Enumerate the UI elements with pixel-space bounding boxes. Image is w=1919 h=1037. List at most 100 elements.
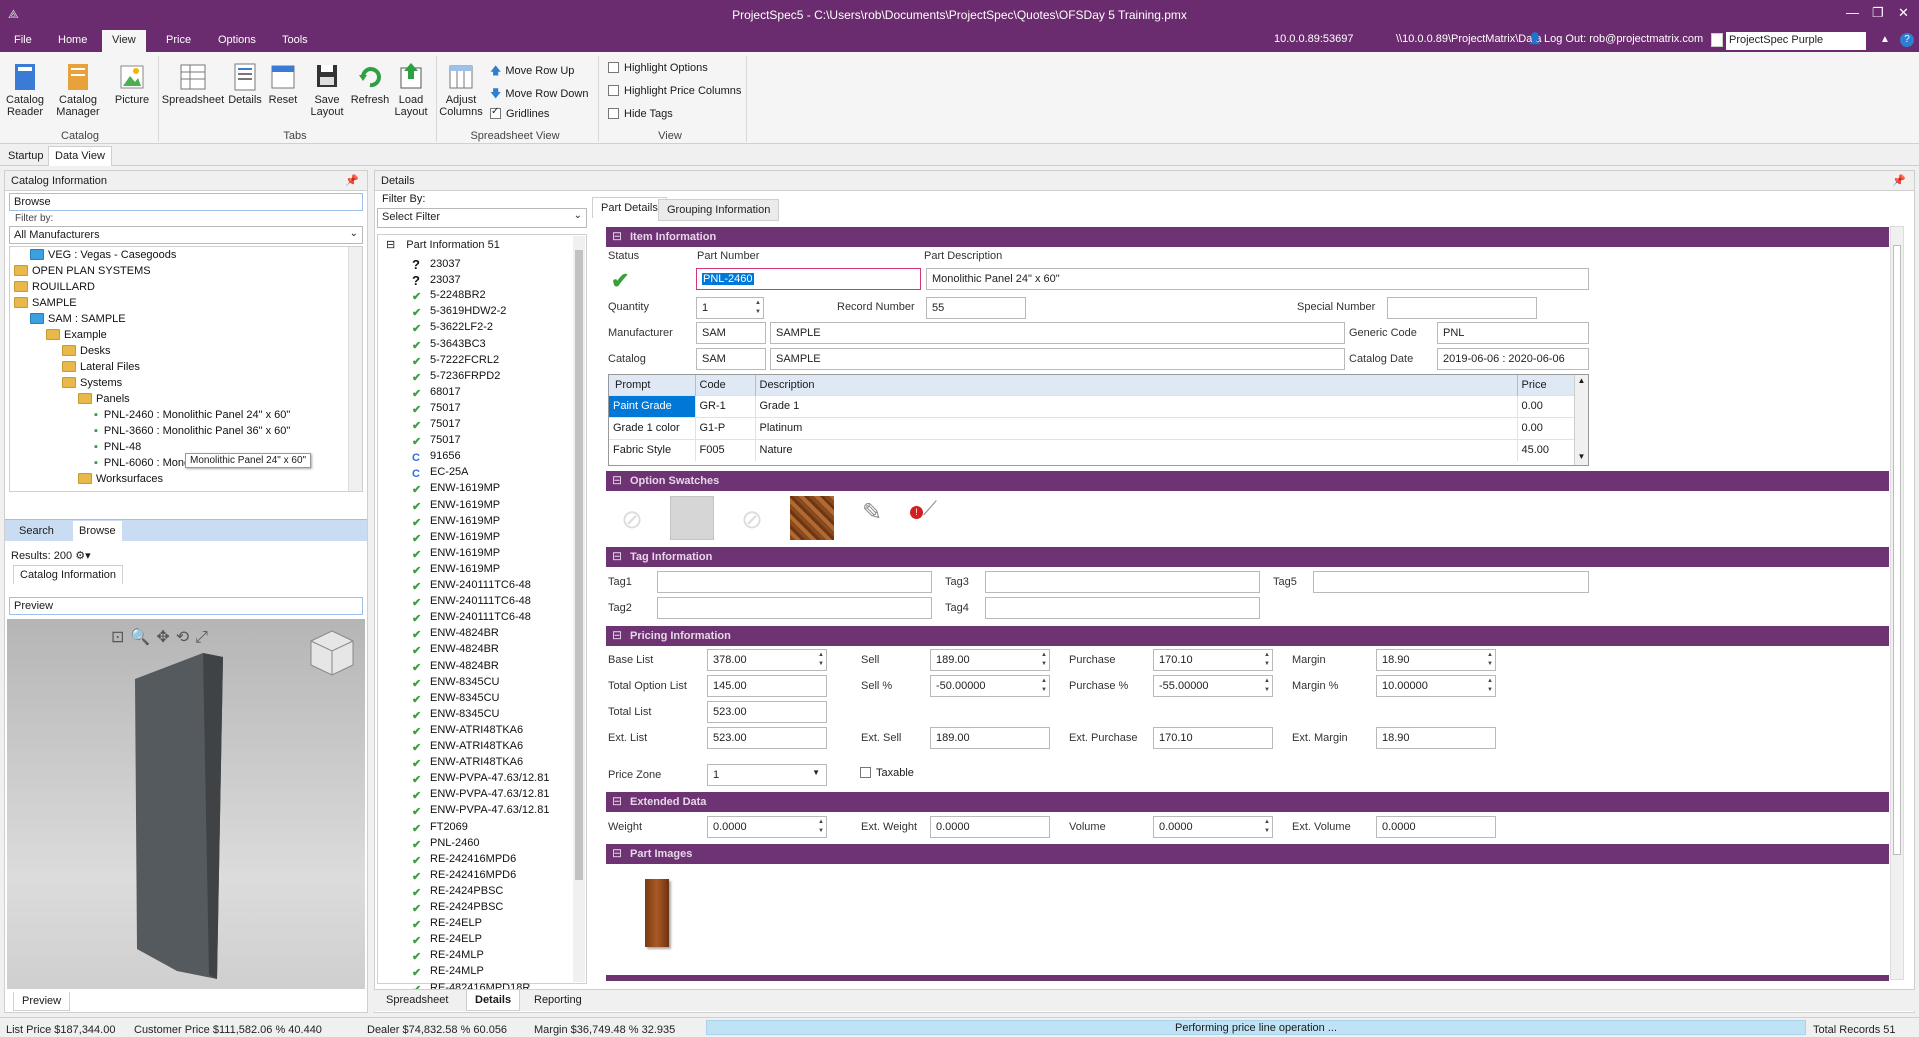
- picture-button[interactable]: Picture: [112, 62, 152, 106]
- collapse-ribbon-icon[interactable]: ▲: [1880, 34, 1890, 45]
- swatch-none-1[interactable]: ⊘: [610, 498, 654, 540]
- list-item[interactable]: ✔ 75017: [412, 402, 461, 416]
- section-part-images[interactable]: Part Images: [606, 844, 1889, 864]
- spreadsheet-button[interactable]: Spreadsheet: [160, 62, 226, 106]
- spinner-icon[interactable]: ▲ ▼: [1264, 651, 1270, 669]
- swatch-wood[interactable]: [790, 496, 834, 540]
- list-item[interactable]: ✔ ENW-1619MP: [412, 531, 500, 545]
- tree-node[interactable]: VEG : Vegas - Casegoods: [30, 249, 176, 265]
- section-tag-information[interactable]: Tag Information: [606, 547, 1889, 567]
- rotate-icon[interactable]: ⟲: [176, 629, 195, 646]
- tab-search[interactable]: Search: [19, 525, 54, 537]
- options-scrollbar[interactable]: ▲ ▼: [1574, 375, 1588, 465]
- list-item[interactable]: ✔ RE-24ELP: [412, 917, 482, 931]
- list-item[interactable]: ✔ RE-24MLP: [412, 949, 484, 963]
- list-item[interactable]: ✔ RE-2424PBSC: [412, 885, 503, 899]
- ext-volume-field[interactable]: 0.0000: [1376, 816, 1496, 838]
- list-item[interactable]: ✔ ENW-1619MP: [412, 482, 500, 496]
- menu-file[interactable]: File: [14, 34, 32, 46]
- part-description-field[interactable]: Monolithic Panel 24" x 60": [926, 268, 1589, 290]
- spinner-icon[interactable]: ▲ ▼: [755, 299, 761, 317]
- tree-node[interactable]: SAM : SAMPLE: [30, 313, 126, 329]
- spinner-icon[interactable]: ▲ ▼: [1041, 677, 1047, 695]
- catalog-name-field[interactable]: SAMPLE: [770, 348, 1345, 370]
- quantity-stepper[interactable]: 1 ▲ ▼: [696, 297, 764, 319]
- tab-browse[interactable]: Browse: [73, 521, 122, 541]
- catalog-reader-button[interactable]: Catalog Reader: [4, 62, 46, 118]
- list-item[interactable]: ✔ ENW-ATRI48TKA6: [412, 740, 523, 754]
- list-item[interactable]: ✔ RE-242416MPD6: [412, 853, 516, 867]
- catalog-manager-button[interactable]: Catalog Manager: [54, 62, 102, 118]
- margin-pct-stepper[interactable]: 10.00000 ▲ ▼: [1376, 675, 1496, 697]
- catalog-code-field[interactable]: SAM: [696, 348, 766, 370]
- catalog-date-field[interactable]: 2019-06-06 : 2020-06-06: [1437, 348, 1589, 370]
- tree-node[interactable]: Example: [46, 329, 107, 345]
- total-option-list-field[interactable]: 145.00: [707, 675, 827, 697]
- tree-node[interactable]: ROUILLARD: [14, 281, 95, 297]
- menu-price[interactable]: Price: [166, 34, 191, 46]
- swatch-platinum[interactable]: [670, 496, 714, 540]
- close-icon[interactable]: ✕: [1898, 5, 1909, 21]
- options-table[interactable]: Prompt Code Description Price Paint Grad…: [608, 374, 1589, 466]
- purchase-pct-stepper[interactable]: -55.00000 ▲ ▼: [1153, 675, 1273, 697]
- spinner-icon[interactable]: ▲ ▼: [1264, 677, 1270, 695]
- table-row[interactable]: Paint Grade GR-1 Grade 1 0.00: [609, 394, 1575, 417]
- refresh-button[interactable]: Refresh: [350, 62, 390, 106]
- column-prompt[interactable]: Prompt: [609, 375, 696, 395]
- list-item[interactable]: ✔ ENW-8345CU: [412, 676, 500, 690]
- list-item[interactable]: ✔ 5-7222FCRL2: [412, 354, 499, 368]
- pin-icon[interactable]: 📌: [345, 174, 359, 187]
- special-number-field[interactable]: [1387, 297, 1537, 319]
- margin-stepper[interactable]: 18.90 ▲ ▼: [1376, 649, 1496, 671]
- list-item[interactable]: ✔ ENW-240111TC6-48: [412, 611, 531, 625]
- tree-node[interactable]: SAMPLE: [14, 297, 77, 313]
- list-item[interactable]: ✔ 5-7236FRPD2: [412, 370, 500, 384]
- manufacturer-code-field[interactable]: SAM: [696, 322, 766, 344]
- filter-select[interactable]: Select Filter ⌄: [377, 208, 587, 228]
- list-item[interactable]: ✔ RE-24ELP: [412, 933, 482, 947]
- list-item[interactable]: ✔ ENW-1619MP: [412, 499, 500, 513]
- record-number-field[interactable]: 55: [926, 297, 1026, 319]
- sell-stepper[interactable]: 189.00 ▲ ▼: [930, 649, 1050, 671]
- column-price[interactable]: Price: [1517, 375, 1575, 395]
- part-number-field[interactable]: PNL-2460: [696, 268, 921, 290]
- list-item[interactable]: ✔ ENW-ATRI48TKA6: [412, 756, 523, 770]
- purchase-stepper[interactable]: 170.10 ▲ ▼: [1153, 649, 1273, 671]
- spinner-icon[interactable]: ▲ ▼: [818, 818, 824, 836]
- weight-stepper[interactable]: 0.0000 ▲ ▼: [707, 816, 827, 838]
- base-list-stepper[interactable]: 378.00 ▲ ▼: [707, 649, 827, 671]
- column-code[interactable]: Code: [695, 375, 756, 395]
- load-layout-button[interactable]: Load Layout: [392, 62, 430, 118]
- highlight-price-columns-checkbox[interactable]: Highlight Price Columns: [608, 85, 741, 97]
- menu-tools[interactable]: Tools: [282, 34, 308, 46]
- tab-startup[interactable]: Startup: [8, 150, 43, 162]
- tree-node[interactable]: Worksurfaces: [78, 473, 163, 489]
- zoom-window-icon[interactable]: ⊡: [111, 629, 130, 646]
- tag4-field[interactable]: [985, 597, 1260, 619]
- column-description[interactable]: Description: [755, 375, 1518, 395]
- restore-icon[interactable]: ❐: [1872, 5, 1884, 21]
- fit-icon[interactable]: ⤢: [195, 629, 214, 646]
- spinner-icon[interactable]: ▲ ▼: [1487, 677, 1493, 695]
- adjust-columns-button[interactable]: Adjust Columns: [438, 62, 484, 118]
- preview-viewport[interactable]: ⊡🔍✥⟲⤢: [7, 619, 365, 989]
- list-item[interactable]: ✔ RE-2424PBSC: [412, 901, 503, 915]
- ext-weight-field[interactable]: 0.0000: [930, 816, 1050, 838]
- tag3-field[interactable]: [985, 571, 1260, 593]
- ext-margin-field[interactable]: 18.90: [1376, 727, 1496, 749]
- list-item[interactable]: ✔ ENW-PVPA-47.63/12.81: [412, 788, 549, 802]
- list-item[interactable]: ✔ ENW-240111TC6-48: [412, 595, 531, 609]
- section-item-information[interactable]: Item Information: [606, 227, 1889, 247]
- hide-tags-checkbox[interactable]: Hide Tags: [608, 108, 673, 120]
- tree-node[interactable]: ▪ PNL-48: [94, 441, 141, 457]
- tab-part-details[interactable]: Part Details: [592, 197, 667, 218]
- total-list-field[interactable]: 523.00: [707, 701, 827, 723]
- list-item[interactable]: ✔ ENW-1619MP: [412, 515, 500, 529]
- gear-icon[interactable]: ⚙▾: [75, 550, 90, 562]
- spinner-icon[interactable]: ▲ ▼: [818, 651, 824, 669]
- ext-list-field[interactable]: 523.00: [707, 727, 827, 749]
- list-item[interactable]: ✔ ENW-240111TC6-48: [412, 579, 531, 593]
- logout-link[interactable]: Log Out: rob@projectmatrix.com: [1544, 33, 1703, 45]
- swatch-sketch[interactable]: ✎: [850, 498, 894, 538]
- list-item[interactable]: ✔ RE-24MLP: [412, 965, 484, 979]
